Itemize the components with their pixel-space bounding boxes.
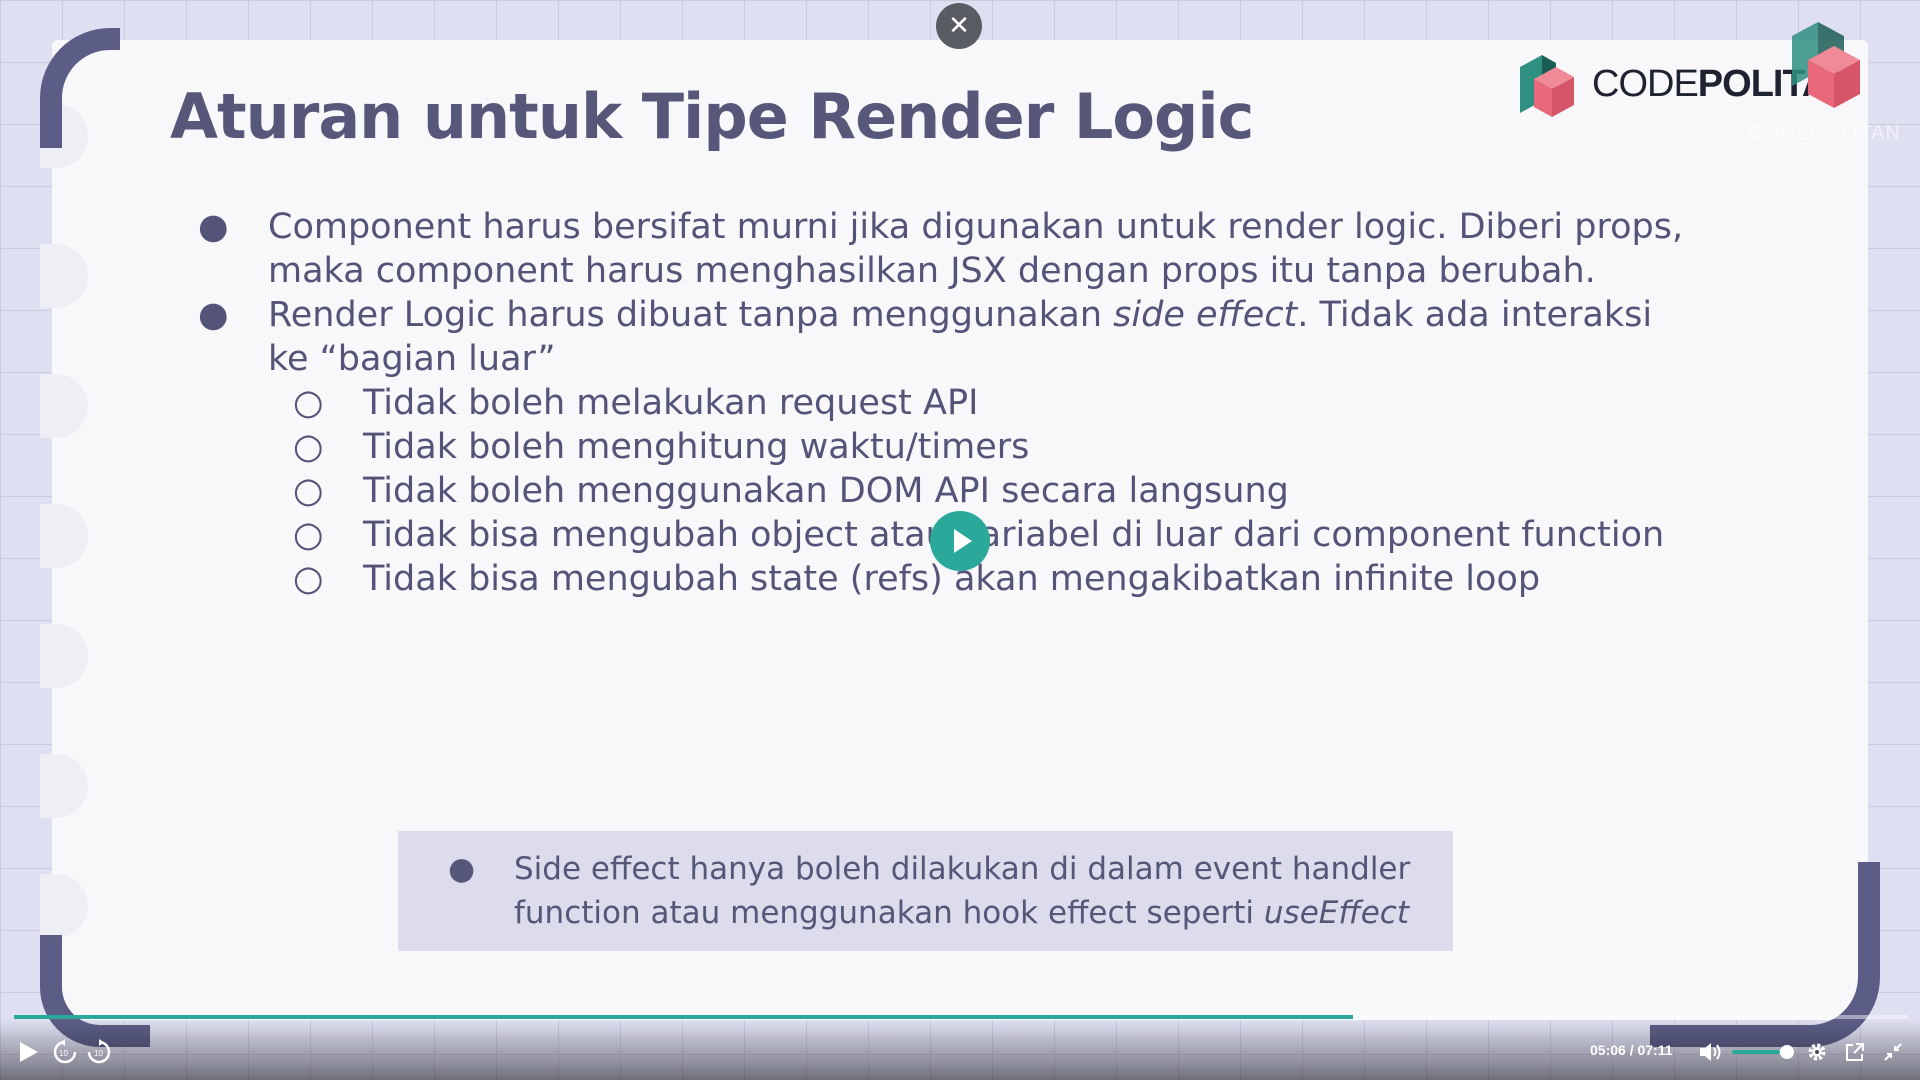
logo-cube-watermark-icon — [1792, 22, 1860, 108]
sub-bullet-circle: ○ — [293, 427, 324, 467]
sub-bullet-circle: ○ — [293, 383, 324, 423]
volume-icon[interactable] — [1698, 1040, 1724, 1064]
sub-bullet-text: Tidak bisa mengubah object atau variabel… — [363, 515, 1665, 555]
time-display: 05:06 / 07:11 — [1590, 1042, 1673, 1058]
slide-title: Aturan untuk Tipe Render Logic — [170, 80, 1254, 153]
bullet-dot: ● — [198, 207, 229, 247]
sub-bullet-circle: ○ — [293, 559, 324, 599]
sub-bullet-item: ○ Tidak boleh melakukan request API — [198, 381, 1698, 425]
sub-bullet-circle: ○ — [293, 471, 324, 511]
progress-bar[interactable] — [14, 1015, 1908, 1019]
progress-fill — [14, 1015, 1354, 1019]
play-icon — [954, 529, 972, 553]
callout-box: ● Side effect hanya boleh dilakukan di d… — [398, 831, 1453, 951]
callout-text: Side effect hanya boleh dilakukan di dal… — [514, 847, 1414, 935]
callout-text-italic: useEffect — [1263, 895, 1409, 931]
rewind-10-icon[interactable]: 10 — [52, 1039, 78, 1065]
svg-text:10: 10 — [94, 1049, 103, 1058]
bullet-item: ● Render Logic harus dibuat tanpa menggu… — [198, 293, 1698, 381]
svg-text:10: 10 — [59, 1049, 68, 1058]
close-button[interactable]: ✕ — [936, 3, 982, 49]
close-icon: ✕ — [948, 11, 970, 41]
volume-knob[interactable] — [1780, 1045, 1794, 1059]
bullet-item: ● Component harus bersifat murni jika di… — [198, 205, 1698, 293]
bullet-text: Component harus bersifat murni jika digu… — [268, 207, 1684, 291]
exit-fullscreen-icon[interactable] — [1882, 1041, 1904, 1063]
sub-bullet-text: Tidak boleh menggunakan DOM API secara l… — [363, 471, 1289, 511]
watermark-text: CODEPOLITAN — [1748, 122, 1901, 144]
bullet-dot: ● — [448, 851, 476, 887]
settings-gear-icon[interactable] — [1806, 1041, 1828, 1063]
sub-bullet-circle: ○ — [293, 515, 324, 555]
volume-fill — [1732, 1050, 1780, 1054]
sub-bullet-item: ○ Tidak boleh menghitung waktu/timers — [198, 425, 1698, 469]
popout-icon[interactable] — [1844, 1041, 1866, 1063]
logo-cube-icon — [1520, 55, 1574, 117]
duration: 07:11 — [1637, 1042, 1673, 1058]
sub-bullet-text: Tidak boleh melakukan request API — [363, 383, 979, 423]
sub-bullet-item: ○ Tidak boleh menggunakan DOM API secara … — [198, 469, 1698, 513]
sub-bullet-text: Tidak boleh menghitung waktu/timers — [363, 427, 1030, 467]
center-play-button[interactable] — [930, 511, 990, 571]
logo-text-light: CODE — [1592, 62, 1699, 105]
bullet-dot: ● — [198, 295, 229, 335]
current-time: 05:06 — [1590, 1042, 1626, 1058]
play-icon[interactable] — [14, 1038, 42, 1066]
forward-10-icon[interactable]: 10 — [86, 1039, 112, 1065]
bullet-text-italic: side effect — [1113, 295, 1298, 335]
bullet-text: Render Logic harus dibuat tanpa mengguna… — [268, 295, 1114, 335]
time-separator: / — [1629, 1042, 1634, 1058]
